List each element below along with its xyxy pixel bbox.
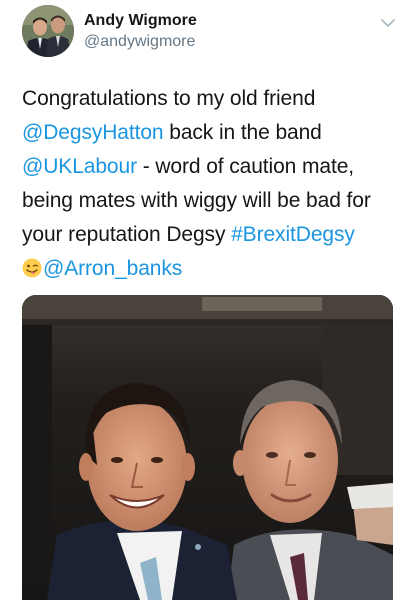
author-display-name[interactable]: Andy Wigmore xyxy=(84,11,197,31)
chevron-down-icon xyxy=(381,18,395,27)
tweet-text-segment: your reputation Degsy xyxy=(22,223,232,246)
tweet-text: Congratulations to my old friend @DegsyH… xyxy=(22,82,397,286)
tweet-text-segment: - word of caution mate, xyxy=(136,155,355,178)
mention-link-arron-banks[interactable]: @Arron_banks xyxy=(43,257,182,280)
tweet-text-segment: being mates with wiggy will be bad for xyxy=(22,189,371,212)
author-avatar[interactable] xyxy=(22,5,74,57)
tweet-line-3: @UKLabour - word of caution mate, xyxy=(22,150,397,184)
tweet-line-6: @Arron_banks xyxy=(22,252,397,286)
tweet-line-5: your reputation Degsy #BrexitDegsy xyxy=(22,218,397,252)
tweet-menu-button[interactable] xyxy=(380,15,396,31)
tweet-card: Andy Wigmore @andywigmore Congratulation… xyxy=(0,0,411,600)
winking-face-with-tongue-icon xyxy=(22,255,42,278)
mention-link-degsyhatton[interactable]: @DegsyHatton xyxy=(22,121,164,144)
selfie-photo xyxy=(22,295,393,600)
author-handle[interactable]: @andywigmore xyxy=(84,32,197,52)
mention-link-uklabour[interactable]: @UKLabour xyxy=(22,155,137,178)
tweet-text-segment: Congratulations to my old friend xyxy=(22,87,316,110)
tweet-line-2: @DegsyHatton back in the band xyxy=(22,116,397,150)
author-names: Andy Wigmore @andywigmore xyxy=(84,11,197,52)
hashtag-link-brexitdegsy[interactable]: #BrexitDegsy xyxy=(231,223,355,246)
tweet-text-segment: back in the band xyxy=(163,121,322,144)
tweet-line-1: Congratulations to my old friend xyxy=(22,82,397,116)
tweet-line-4: being mates with wiggy will be bad for xyxy=(22,184,397,218)
avatar-photo xyxy=(22,5,74,57)
tweet-header: Andy Wigmore @andywigmore xyxy=(22,5,402,61)
tweet-media-photo[interactable] xyxy=(22,295,393,600)
